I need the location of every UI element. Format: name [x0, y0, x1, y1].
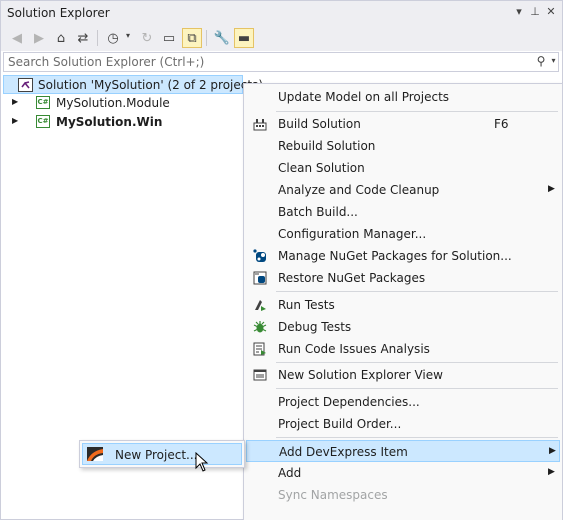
properties-wrench-icon[interactable]: 🔧: [212, 28, 232, 48]
nuget-icon: [252, 248, 268, 264]
tree-item-project-module[interactable]: ▶ C# MySolution.Module: [3, 94, 243, 113]
menu-item-new-solution-explorer-view[interactable]: New Solution Explorer View: [246, 364, 560, 386]
tree-item-label: MySolution.Win: [56, 115, 163, 129]
menu-separator: [276, 388, 558, 389]
menu-separator: [276, 111, 558, 112]
menu-item-sync-namespaces[interactable]: Sync Namespaces: [246, 484, 560, 506]
home-icon[interactable]: ⌂: [51, 28, 71, 48]
menu-item-run-code-issues[interactable]: Run Code Issues Analysis: [246, 338, 560, 360]
build-icon: [252, 116, 268, 132]
menu-separator: [276, 437, 558, 438]
search-options-dropdown-icon[interactable]: ▾: [549, 56, 558, 70]
code-analysis-icon: [252, 341, 268, 357]
menu-item-clean-solution[interactable]: Clean Solution: [246, 157, 560, 179]
menu-item-label: Run Tests: [278, 298, 335, 312]
tree-item-solution[interactable]: Solution 'MySolution' (2 of 2 projects): [3, 75, 263, 94]
toolbar-separator: [206, 30, 207, 46]
menu-item-label: Restore NuGet Packages: [278, 271, 426, 285]
menu-item-label: Project Dependencies...: [278, 395, 420, 409]
mouse-pointer-icon: [195, 452, 209, 472]
menu-item-project-build-order[interactable]: Project Build Order...: [246, 413, 560, 435]
collapse-all-icon[interactable]: ▭: [159, 28, 179, 48]
menu-item-label: Manage NuGet Packages for Solution...: [278, 249, 512, 263]
menu-item-label: Project Build Order...: [278, 417, 402, 431]
menu-item-shortcut: F6: [494, 117, 509, 131]
csharp-project-icon: C#: [36, 96, 50, 109]
tree-item-project-win[interactable]: ▶ C# MySolution.Win: [3, 113, 243, 132]
expander-icon[interactable]: ▶: [12, 116, 18, 125]
back-icon[interactable]: ◀: [7, 28, 27, 48]
sync-icon[interactable]: ↻: [137, 28, 157, 48]
menu-separator: [276, 291, 558, 292]
toolbar: ◀ ▶ ⌂ ⇄ ◷ ▾ ↻ ▭ ⧉ 🔧 ▬: [1, 25, 562, 51]
menu-item-analyze-code-cleanup[interactable]: Analyze and Code Cleanup ▶: [246, 179, 560, 201]
solution-icon: [18, 78, 33, 92]
menu-item-run-tests[interactable]: Run Tests: [246, 294, 560, 316]
devexpress-submenu: New Project...: [79, 440, 245, 468]
window-position-dropdown-icon[interactable]: ▾: [512, 5, 526, 18]
menu-item-batch-build[interactable]: Batch Build...: [246, 201, 560, 223]
pin-icon[interactable]: ⊥: [528, 5, 542, 18]
tree-item-label: MySolution.Module: [56, 96, 170, 110]
menu-item-label: Batch Build...: [278, 205, 358, 219]
menu-item-new-project[interactable]: New Project...: [82, 443, 242, 465]
menu-item-label: Sync Namespaces: [278, 488, 388, 502]
restore-icon: [252, 270, 268, 286]
menu-item-label: Run Code Issues Analysis: [278, 342, 430, 356]
menu-item-update-model[interactable]: Update Model on all Projects: [246, 86, 560, 108]
menu-item-restore-nuget[interactable]: Restore NuGet Packages: [246, 267, 560, 289]
menu-item-add[interactable]: Add ▶: [246, 462, 560, 484]
title-bar: Solution Explorer ▾ ⊥ ✕: [1, 1, 562, 25]
switch-views-icon[interactable]: ⇄: [73, 28, 93, 48]
panel-title: Solution Explorer: [7, 6, 110, 20]
menu-item-configuration-manager[interactable]: Configuration Manager...: [246, 223, 560, 245]
devexpress-logo-icon: [87, 447, 103, 461]
menu-item-label: New Project...: [115, 448, 198, 462]
menu-item-manage-nuget[interactable]: Manage NuGet Packages for Solution...: [246, 245, 560, 267]
run-tests-icon: [252, 297, 268, 313]
close-icon[interactable]: ✕: [544, 5, 558, 18]
menu-item-add-devexpress-item[interactable]: Add DevExpress Item ▶: [246, 440, 560, 462]
search-box: ⚲ ▾: [3, 52, 559, 72]
menu-item-label: Clean Solution: [278, 161, 365, 175]
forward-icon[interactable]: ▶: [29, 28, 49, 48]
toolbar-separator: [97, 30, 98, 46]
filter-dropdown-icon[interactable]: ▾: [126, 31, 130, 40]
pending-changes-filter-icon[interactable]: ◷: [103, 28, 123, 48]
expander-icon[interactable]: ▶: [12, 97, 18, 106]
menu-item-label: Add: [278, 466, 302, 480]
context-menu: Update Model on all Projects Build Solut…: [243, 83, 563, 520]
submenu-arrow-icon: ▶: [549, 446, 556, 456]
menu-item-rebuild-solution[interactable]: Rebuild Solution: [246, 135, 560, 157]
show-all-files-icon[interactable]: ⧉: [182, 28, 202, 48]
new-view-icon: [252, 367, 268, 383]
menu-item-build-solution[interactable]: Build Solution F6: [246, 113, 560, 135]
submenu-arrow-icon: ▶: [548, 467, 555, 477]
debug-tests-icon: [252, 319, 268, 335]
search-icon[interactable]: ⚲: [534, 54, 548, 70]
menu-item-label: Build Solution: [278, 117, 361, 131]
submenu-arrow-icon: ▶: [548, 184, 555, 194]
menu-item-project-dependencies[interactable]: Project Dependencies...: [246, 391, 560, 413]
menu-item-debug-tests[interactable]: Debug Tests: [246, 316, 560, 338]
menu-item-label: Update Model on all Projects: [278, 90, 450, 104]
menu-item-label: Rebuild Solution: [278, 139, 376, 153]
menu-separator: [276, 362, 558, 363]
preview-selected-items-icon[interactable]: ▬: [234, 28, 254, 48]
menu-item-label: Add DevExpress Item: [279, 445, 408, 459]
menu-item-label: Debug Tests: [278, 320, 352, 334]
menu-item-label: Analyze and Code Cleanup: [278, 183, 440, 197]
solution-explorer-panel: Solution Explorer ▾ ⊥ ✕ ◀ ▶ ⌂ ⇄ ◷ ▾ ↻ ▭ …: [0, 0, 563, 520]
menu-item-label: Configuration Manager...: [278, 227, 427, 241]
csharp-project-icon: C#: [36, 115, 50, 128]
search-input[interactable]: [8, 54, 528, 70]
tree-item-label: Solution 'MySolution' (2 of 2 projects): [38, 78, 263, 92]
menu-item-label: New Solution Explorer View: [278, 368, 443, 382]
